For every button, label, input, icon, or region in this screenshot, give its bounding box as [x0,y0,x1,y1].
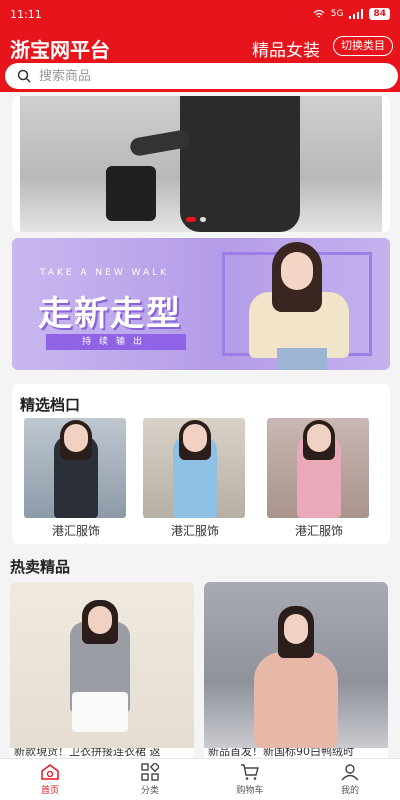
shop-card[interactable]: 港汇服饰 [143,418,247,539]
tab-label: 我的 [340,786,359,796]
shop-name: 港汇服饰 [294,524,343,538]
header: 浙宝网平台 精品女装 切换类目 [0,28,400,92]
search-input[interactable] [39,68,339,84]
carousel-dot[interactable] [200,217,206,222]
promo-banner[interactable]: TAKE A NEW WALK 走新走型 持续输出 [12,238,390,370]
current-category: 精品女装 [252,41,320,61]
switch-category-button[interactable]: 切换类目 [333,36,393,56]
network-label: 5G [330,9,344,19]
search-bar[interactable] [5,63,398,89]
promo-tagline: TAKE A NEW WALK [40,268,170,278]
status-time: 11:11 [10,7,42,21]
product-image [204,582,388,748]
featured-shops-section: 精选档口 港汇服饰 港汇服饰 港汇服饰 [12,384,390,544]
tab-profile[interactable]: 我的 [300,759,400,800]
tab-label: 分类 [140,786,159,796]
home-icon [41,764,59,780]
app-title: 浙宝网平台 [10,38,110,62]
status-bar: 11:11 5G 84 [0,0,400,28]
tab-cart[interactable]: 购物车 [200,759,300,800]
shop-thumbnail [267,418,369,518]
coat-figure [180,96,300,232]
product-card[interactable]: 新款現货！卫衣拼接连衣裙 返 [10,582,194,760]
tab-label: 首页 [40,786,59,796]
tab-home[interactable]: 首页 [0,759,100,800]
wifi-icon [313,9,325,18]
battery-indicator: 84 [369,8,390,20]
bottom-tab-bar: 首页 分类 购物车 我的 [0,758,400,800]
signal-icon [349,9,364,19]
carousel-dots [186,217,206,222]
handbag-figure [106,166,156,221]
cart-icon [241,764,259,780]
section-title: 热卖精品 [10,558,71,576]
category-icon [141,763,159,781]
section-title: 精选档口 [20,396,81,414]
shop-card[interactable]: 港汇服饰 [24,418,128,539]
shop-card[interactable]: 港汇服饰 [267,418,371,539]
status-icons: 5G 84 [313,8,390,20]
shop-thumbnail [24,418,126,518]
promo-title: 走新走型 [38,294,182,334]
shop-name: 港汇服饰 [170,524,219,538]
product-card[interactable]: 新品首发！新国标90白鸭绒时 [204,582,388,760]
search-icon [17,69,31,83]
shop-thumbnail [143,418,245,518]
shop-name: 港汇服饰 [51,524,100,538]
banner-image [20,96,382,232]
banner-carousel[interactable] [12,96,390,232]
product-image [10,582,194,748]
model-figure [237,238,357,370]
promo-subtitle: 持续输出 [46,334,186,350]
tab-label: 购物车 [236,786,264,796]
carousel-dot-active[interactable] [186,217,196,222]
tab-category[interactable]: 分类 [100,759,200,800]
user-icon [341,764,359,781]
